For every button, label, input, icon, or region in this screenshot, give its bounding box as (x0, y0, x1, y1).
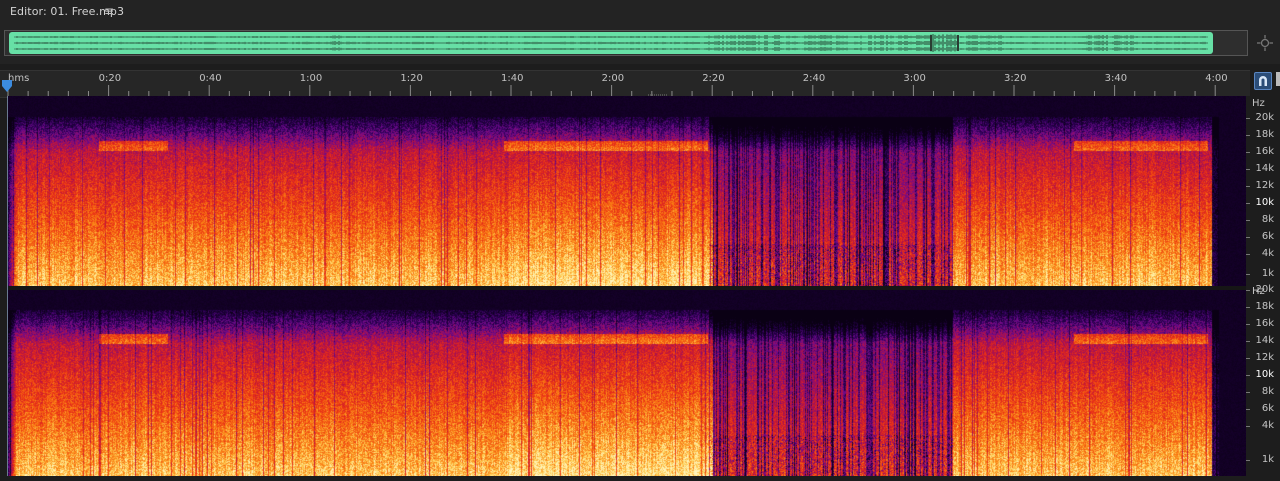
snap-button[interactable] (1254, 72, 1272, 90)
frequency-tick (1246, 392, 1250, 393)
frequency-tick (1246, 254, 1250, 255)
ruler-tick-label: 3:20 (1004, 73, 1027, 84)
frequency-tick (1246, 341, 1250, 342)
frequency-tick (1246, 358, 1250, 359)
playhead-marker[interactable] (2, 80, 12, 92)
frequency-axis-left: Hz 20k 18k 16k 14k 12k 10k 8k 6k 4k 1k (1246, 96, 1280, 286)
frequency-label: 8k (1261, 386, 1274, 397)
frequency-tick (1246, 237, 1250, 238)
ruler-tick-label: 1:20 (400, 73, 423, 84)
ruler-ticks (7, 85, 1216, 96)
frequency-label: 8k (1261, 214, 1274, 225)
frequency-axis-right: Hz 20k 18k 16k 14k 12k 10k 8k 6k 4k 1k (1246, 284, 1280, 476)
ruler-tick-label: 0:40 (199, 73, 222, 84)
frequency-label: 12k (1255, 180, 1274, 191)
frequency-label: 14k (1255, 163, 1274, 174)
frequency-label: 14k (1255, 335, 1274, 346)
hamburger-icon[interactable]: ≡ (104, 4, 114, 18)
spectrogram-channel-left[interactable] (8, 96, 1246, 286)
zoom-navigator-icon[interactable] (1256, 34, 1274, 52)
frequency-label: 6k (1261, 403, 1274, 414)
frequency-tick (1246, 460, 1250, 461)
frequency-tick (1246, 409, 1250, 410)
frequency-label: 1k (1261, 268, 1274, 279)
frequency-tick (1246, 220, 1250, 221)
frequency-label: 4k (1261, 420, 1274, 431)
frequency-tick (1246, 186, 1250, 187)
frequency-label: 6k (1261, 231, 1274, 242)
frequency-label: 16k (1255, 146, 1274, 157)
ruler-tick-label: 4:00 (1205, 73, 1228, 84)
spectrogram-canvas-right (8, 290, 1246, 476)
frequency-label: 10k (1255, 197, 1274, 208)
ruler-tick-label: 1:40 (501, 73, 524, 84)
frequency-tick (1246, 135, 1250, 136)
ruler-tick-label: 3:00 (903, 73, 926, 84)
overview-panel (0, 24, 1280, 64)
ruler-tick-label: 2:40 (802, 73, 826, 84)
frequency-label: 10k (1255, 369, 1274, 380)
overview-waveform-graphic (9, 32, 1213, 54)
editor-title-bar: Editor: 01. Free.mp3 ≡ (0, 0, 1280, 24)
frequency-unit-label: Hz (1252, 98, 1265, 109)
overview-dense-marker (930, 35, 932, 51)
frequency-label: 12k (1255, 352, 1274, 363)
spectrogram-channel-right[interactable] (8, 290, 1246, 476)
ruler-tick-label: 2:20 (702, 73, 725, 84)
time-ruler[interactable]: hms 0:20 0:40 1:00 1:20 1:40 2:00 2:20 2:40 3:00… (0, 70, 1250, 98)
frequency-tick (1246, 152, 1250, 153)
frequency-tick (1246, 274, 1250, 275)
ruler-tick-label: 2:00 (601, 73, 625, 84)
spectrogram-canvas-left (8, 96, 1246, 286)
frequency-label: 1k (1261, 454, 1274, 465)
ruler-tick-label: 3:40 (1104, 73, 1128, 84)
frequency-tick (1246, 324, 1250, 325)
frequency-label: 18k (1255, 129, 1274, 140)
frequency-tick (1246, 203, 1250, 204)
frequency-tick (1246, 118, 1250, 119)
frequency-tick (1246, 307, 1250, 308)
ruler-tick-label: 0:20 (98, 73, 122, 84)
frequency-label: 16k (1255, 318, 1274, 329)
overview-dense-marker (957, 35, 959, 51)
panel-edge (1276, 72, 1280, 86)
magnet-icon (1259, 76, 1267, 86)
frequency-label: 18k (1255, 301, 1274, 312)
frequency-label: 20k (1255, 284, 1274, 295)
frequency-label: 4k (1261, 248, 1274, 259)
frequency-tick (1246, 290, 1250, 291)
frequency-tick (1246, 375, 1250, 376)
frequency-tick (1246, 426, 1250, 427)
ruler-tick-label: 1:00 (299, 73, 323, 84)
overview-waveform[interactable] (4, 30, 1248, 56)
frequency-tick (1246, 169, 1250, 170)
frequency-label: 20k (1255, 112, 1274, 123)
playhead-line (7, 96, 8, 476)
